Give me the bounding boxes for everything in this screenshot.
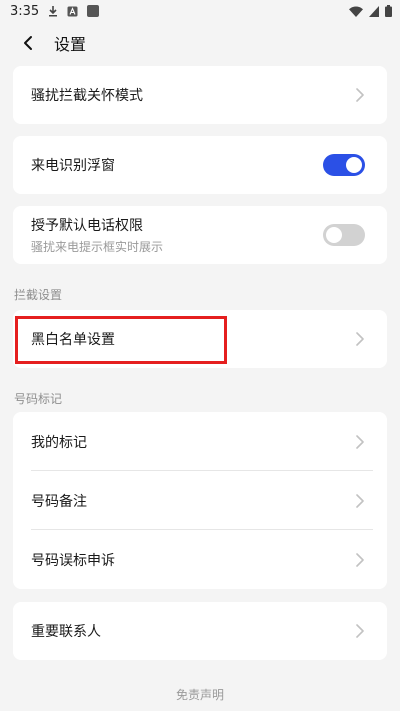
caller-id-float-toggle[interactable] (323, 154, 365, 176)
care-mode-card: 骚扰拦截关怀模式 (13, 66, 387, 124)
signal-icon (369, 5, 379, 17)
contacts-card: 重要联系人 (13, 602, 387, 660)
block-settings-section-title: 拦截设置 (14, 288, 63, 302)
chevron-right-icon (356, 434, 364, 449)
chevron-right-icon (356, 624, 364, 638)
status-left: 3:35 (10, 3, 100, 19)
default-phone-sublabel: 骚扰来电提示框实时展示 (31, 240, 164, 254)
app-square-icon (87, 5, 100, 17)
number-notes-label: 号码备注 (31, 493, 87, 510)
caller-id-float-label: 来电识别浮窗 (31, 158, 115, 174)
number-notes-row[interactable]: 号码备注 (13, 471, 387, 530)
important-contacts-label: 重要联系人 (31, 624, 101, 640)
back-button[interactable] (16, 31, 40, 55)
block-settings-card: 黑白名单设置 (13, 310, 387, 368)
chevron-left-icon (24, 36, 32, 50)
important-contacts-row[interactable]: 重要联系人 (13, 602, 387, 660)
toggle-knob (346, 157, 362, 173)
default-phone-row[interactable]: 授予默认电话权限 骚扰来电提示框实时展示 (13, 206, 387, 264)
chevron-right-icon (356, 552, 364, 567)
my-marks-label: 我的标记 (31, 434, 87, 451)
mislabel-appeal-label: 号码误标申诉 (31, 552, 115, 569)
battery-icon (385, 5, 392, 17)
caller-id-card: 来电识别浮窗 (13, 136, 387, 194)
chevron-right-icon (356, 332, 364, 346)
care-mode-row[interactable]: 骚扰拦截关怀模式 (13, 66, 387, 124)
number-mark-section-title: 号码标记 (14, 392, 63, 406)
status-right (349, 5, 392, 17)
disclaimer-link[interactable]: 免责声明 (0, 686, 400, 703)
a-box-icon (67, 6, 78, 17)
wifi-icon (349, 6, 363, 17)
status-time: 3:35 (10, 3, 40, 19)
caller-id-float-row[interactable]: 来电识别浮窗 (13, 136, 387, 194)
default-phone-card: 授予默认电话权限 骚扰来电提示框实时展示 (13, 206, 387, 264)
number-mark-card: 我的标记 号码备注 号码误标申诉 (13, 412, 387, 589)
black-white-list-label: 黑白名单设置 (31, 332, 115, 348)
default-phone-text: 授予默认电话权限 骚扰来电提示框实时展示 (31, 215, 163, 255)
care-mode-label: 骚扰拦截关怀模式 (31, 88, 143, 104)
download-icon (48, 5, 58, 17)
page-title: 设置 (54, 35, 87, 54)
default-phone-toggle[interactable] (323, 224, 365, 246)
black-white-list-row[interactable]: 黑白名单设置 (13, 310, 387, 368)
my-marks-row[interactable]: 我的标记 (13, 412, 387, 471)
default-phone-label: 授予默认电话权限 (31, 218, 143, 234)
chevron-right-icon (356, 88, 364, 102)
mislabel-appeal-row[interactable]: 号码误标申诉 (13, 530, 387, 589)
status-bar: 3:35 (0, 0, 400, 22)
chevron-right-icon (356, 493, 364, 508)
app-header: 设置 (0, 22, 400, 64)
toggle-knob (326, 227, 342, 243)
